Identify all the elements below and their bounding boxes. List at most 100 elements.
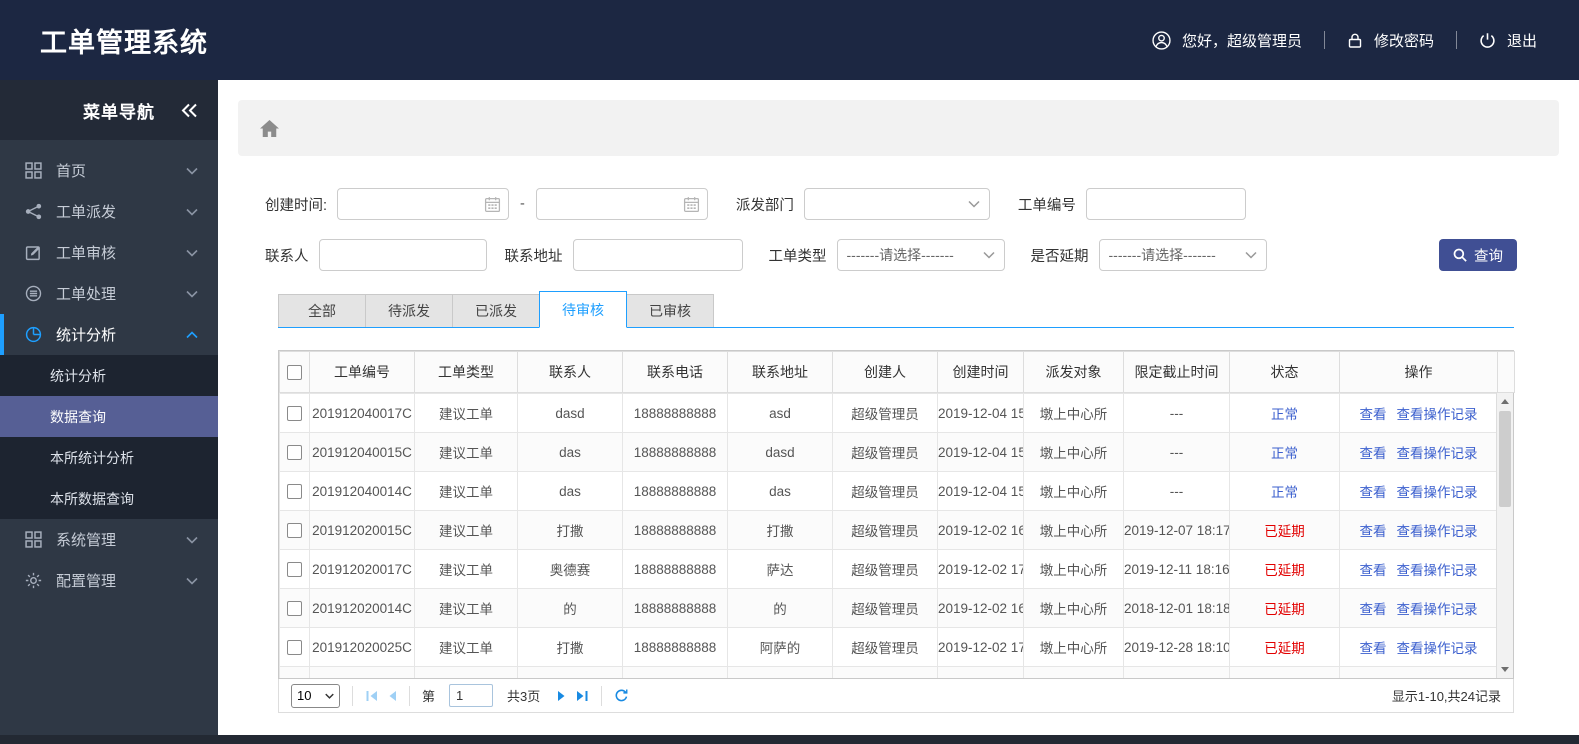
view-log-link[interactable]: 查看操作记录 — [1397, 563, 1478, 578]
order-no-cell: 201912040015C — [309, 432, 415, 472]
row-checkbox[interactable] — [287, 639, 302, 655]
tab-已审核[interactable]: 已审核 — [626, 294, 714, 327]
row-checkbox[interactable] — [287, 561, 302, 577]
total-pages-label: 共3页 — [507, 689, 541, 704]
contact-input[interactable] — [318, 239, 487, 271]
stack-icon — [25, 285, 43, 303]
page-prefix-label: 第 — [422, 689, 436, 704]
delay-select[interactable]: -------请选择------- — [1098, 239, 1267, 271]
tab-已派发[interactable]: 已派发 — [452, 294, 540, 327]
order-type-select[interactable]: -------请选择------- — [836, 239, 1005, 271]
chevron-up-icon — [186, 330, 198, 339]
sidebar-item-配置管理[interactable]: 配置管理 — [0, 560, 218, 601]
sidebar-subitem-本所数据查询[interactable]: 本所数据查询 — [0, 478, 218, 519]
order-no-input[interactable] — [1085, 188, 1246, 220]
table-row: 201912020014C 建议工单的 18888888888 的超级管理员 2019-… — [279, 588, 1498, 628]
search-button-label: 查询 — [1474, 248, 1503, 265]
sidebar-subitem-本所统计分析[interactable]: 本所统计分析 — [0, 437, 218, 478]
first-page-button[interactable] — [365, 690, 379, 702]
row-checkbox[interactable] — [287, 483, 302, 499]
logout-button[interactable]: 退出 — [1479, 30, 1537, 51]
view-link[interactable]: 查看 — [1360, 641, 1387, 656]
chevron-down-icon — [186, 290, 198, 298]
sidebar-subitem-统计分析[interactable]: 统计分析 — [0, 355, 218, 396]
actions-cell: 查看 查看操作记录 — [1339, 510, 1498, 550]
table-scrollbar[interactable] — [1496, 393, 1513, 678]
page-number-input[interactable] — [449, 684, 494, 707]
table-rows: 201912040017C 建议工单 dasd 18888888888 asd 超级管理员… — [279, 393, 1498, 678]
row-checkbox[interactable] — [287, 405, 302, 421]
actions-cell: 查看 查看操作记录 — [1339, 549, 1498, 589]
dispatch-target-cell: 墩上中心所 — [1023, 588, 1124, 628]
dispatch-dept-select[interactable] — [803, 188, 990, 220]
view-link[interactable]: 查看 — [1360, 446, 1387, 461]
table-row: 201912020017C 建议工单 奥德赛 18888888888 萨达 超级管理员 20… — [279, 549, 1498, 589]
column-header-限定截止时间: 限定截止时间 — [1123, 351, 1230, 393]
create-time-end-input[interactable] — [535, 188, 708, 220]
order-no-cell: 201912020017C — [309, 549, 415, 589]
order-no-cell: 201912020015C — [309, 510, 415, 550]
scroll-up-icon[interactable] — [1497, 393, 1513, 410]
chevron-down-icon — [1244, 251, 1257, 259]
create-time-cell: 2019-12-04 15 — [937, 432, 1024, 472]
home-icon[interactable] — [260, 119, 279, 137]
next-page-button[interactable] — [557, 690, 568, 702]
sidebar-item-系统管理[interactable]: 系统管理 — [0, 519, 218, 560]
user-greeting[interactable]: 您好，超级管理员 — [1152, 30, 1302, 51]
address-cell: 萨达 — [727, 549, 833, 589]
tab-待审核[interactable]: 待审核 — [539, 291, 627, 328]
sidebar-item-统计分析[interactable]: 统计分析 — [0, 314, 218, 355]
sidebar-item-label: 系统管理 — [56, 532, 117, 549]
view-log-link[interactable]: 查看操作记录 — [1397, 641, 1478, 656]
view-log-link[interactable]: 查看操作记录 — [1397, 446, 1478, 461]
sidebar-item-工单审核[interactable]: 工单审核 — [0, 232, 218, 273]
sidebar-subitem-数据查询[interactable]: 数据查询 — [0, 396, 218, 437]
view-link[interactable]: 查看 — [1360, 485, 1387, 500]
row-select-cell — [279, 666, 310, 678]
scrollbar-thumb[interactable] — [1499, 411, 1511, 507]
select-all-checkbox[interactable] — [287, 365, 302, 381]
row-select-cell — [279, 393, 310, 433]
sidebar-item-工单处理[interactable]: 工单处理 — [0, 273, 218, 314]
view-link[interactable]: 查看 — [1360, 524, 1387, 539]
view-log-link[interactable]: 查看操作记录 — [1397, 485, 1478, 500]
tab-待派发[interactable]: 待派发 — [365, 294, 453, 327]
tab-全部[interactable]: 全部 — [278, 294, 366, 327]
status-cell: 已延期 — [1229, 627, 1340, 667]
contact-cell: 打撒 — [517, 627, 623, 667]
view-log-link[interactable]: 查看操作记录 — [1397, 407, 1478, 422]
create-time-start-input[interactable] — [337, 188, 510, 220]
refresh-icon[interactable] — [614, 688, 629, 703]
collapse-sidebar-icon[interactable] — [181, 103, 198, 118]
sidebar-item-label: 工单审核 — [56, 245, 117, 262]
sidebar-item-工单派发[interactable]: 工单派发 — [0, 191, 218, 232]
row-checkbox[interactable] — [287, 444, 302, 460]
last-page-button[interactable] — [575, 690, 589, 702]
view-link[interactable]: 查看 — [1360, 563, 1387, 578]
actions-cell: 查看 查看操作记录 — [1339, 471, 1498, 511]
view-link[interactable]: 查看 — [1360, 602, 1387, 617]
page-size-select[interactable]: 10 — [291, 683, 340, 708]
deadline-cell: 2018-12-01 18:18 — [1123, 588, 1230, 628]
calendar-icon — [683, 196, 700, 213]
view-log-link[interactable]: 查看操作记录 — [1397, 602, 1478, 617]
sidebar-item-首页[interactable]: 首页 — [0, 150, 218, 191]
order-type-cell: 建议工单 — [414, 588, 518, 628]
row-checkbox[interactable] — [287, 600, 302, 616]
phone-cell: 18888888888 — [622, 510, 728, 550]
order-type-cell: 建议工单 — [414, 510, 518, 550]
prev-page-button[interactable] — [386, 690, 397, 702]
row-checkbox[interactable] — [287, 522, 302, 538]
order-no-cell: 201912040017C — [309, 393, 415, 433]
scroll-down-icon[interactable] — [1497, 661, 1513, 678]
status-cell: 正常 — [1229, 471, 1340, 511]
view-link[interactable]: 查看 — [1360, 407, 1387, 422]
view-log-link[interactable]: 查看操作记录 — [1397, 524, 1478, 539]
filter-row-2: 联系人 联系地址 工单类型 -------请选择------- 是否延期 ---… — [265, 239, 1517, 271]
address-input[interactable] — [572, 239, 743, 271]
change-password-button[interactable]: 修改密码 — [1347, 30, 1434, 51]
search-button[interactable]: 查询 — [1439, 239, 1517, 271]
main-content: 创建时间: - 派发部门 工单编号 联系人 联系地址 工单类型 -------请… — [218, 80, 1579, 735]
phone-cell: 18888888888 — [622, 627, 728, 667]
chevron-down-icon — [186, 536, 198, 544]
